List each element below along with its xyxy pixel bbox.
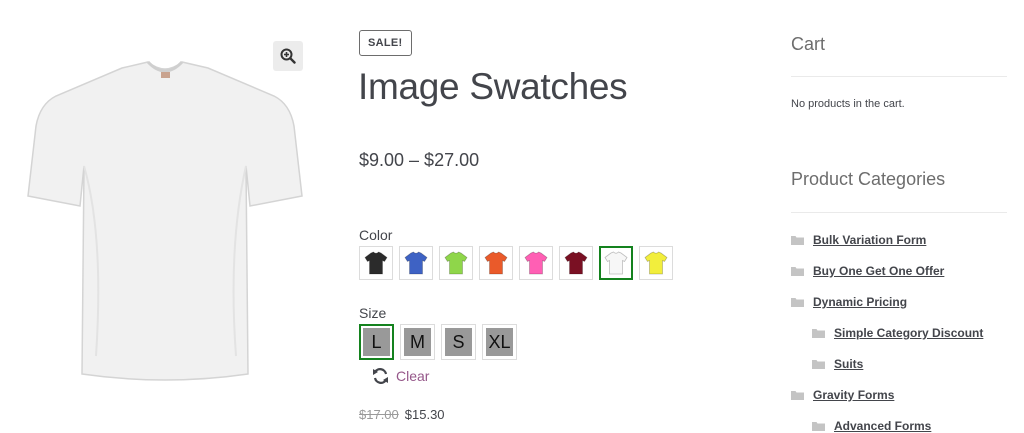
size-swatch-label: XL <box>486 328 513 356</box>
cart-widget-title: Cart <box>791 34 826 54</box>
size-swatch-s[interactable]: S <box>441 324 476 360</box>
category-item: Advanced Forms <box>812 419 931 433</box>
price-range: $9.00 – $27.00 <box>359 150 480 170</box>
folder-icon <box>812 422 825 431</box>
categories-widget-title: Product Categories <box>791 169 946 189</box>
category-item: Suits <box>812 357 863 371</box>
product-title: Image Swatches <box>358 66 628 107</box>
category-link[interactable]: Buy One Get One Offer <box>813 264 944 278</box>
size-swatch-xl[interactable]: XL <box>482 324 517 360</box>
size-swatch-label: M <box>404 328 431 356</box>
size-swatch-l[interactable]: L <box>359 324 394 360</box>
color-swatch-white[interactable] <box>599 246 633 280</box>
product-image-white-tshirt <box>27 60 303 381</box>
clear-selection-link[interactable]: Clear <box>372 368 429 384</box>
tshirt-icon <box>404 251 428 275</box>
tshirt-icon <box>604 251 628 275</box>
folder-icon <box>791 298 804 307</box>
sale-price: $15.30 <box>404 407 445 422</box>
folder-icon <box>812 329 825 338</box>
folder-icon <box>812 360 825 369</box>
folder-icon <box>791 267 804 276</box>
category-link[interactable]: Simple Category Discount <box>834 326 983 340</box>
refresh-icon <box>373 368 388 384</box>
size-swatch-list: L M S XL <box>359 324 517 360</box>
tshirt-icon <box>644 251 668 275</box>
color-swatch-list <box>359 246 673 280</box>
category-item: Dynamic Pricing <box>791 295 907 309</box>
category-item: Simple Category Discount <box>812 326 983 340</box>
color-swatch-lime[interactable] <box>439 246 473 280</box>
variation-price: $17.00 $15.30 <box>359 407 445 422</box>
divider <box>791 212 1007 213</box>
clear-label: Clear <box>396 368 430 384</box>
tshirt-icon <box>364 251 388 275</box>
cart-empty-message: No products in the cart. <box>791 98 905 110</box>
sale-badge: SALE! <box>359 30 412 56</box>
category-link[interactable]: Suits <box>834 357 863 371</box>
color-swatch-pink[interactable] <box>519 246 553 280</box>
category-link[interactable]: Dynamic Pricing <box>813 295 907 309</box>
category-item: Buy One Get One Offer <box>791 264 944 278</box>
tshirt-icon <box>444 251 468 275</box>
size-swatch-m[interactable]: M <box>400 324 435 360</box>
category-link[interactable]: Bulk Variation Form <box>813 233 926 247</box>
divider <box>791 76 1007 77</box>
color-swatch-orange[interactable] <box>479 246 513 280</box>
color-swatch-blue[interactable] <box>399 246 433 280</box>
category-item: Gravity Forms <box>791 388 894 402</box>
category-link[interactable]: Advanced Forms <box>834 419 931 433</box>
tshirt-icon <box>524 251 548 275</box>
color-swatch-maroon[interactable] <box>559 246 593 280</box>
folder-icon <box>791 391 804 400</box>
regular-price: $17.00 <box>359 407 399 422</box>
tshirt-icon <box>484 251 508 275</box>
color-label: Color <box>359 227 393 243</box>
size-swatch-label: S <box>445 328 472 356</box>
category-item: Bulk Variation Form <box>791 233 926 247</box>
size-label: Size <box>359 305 387 321</box>
color-swatch-yellow[interactable] <box>639 246 673 280</box>
tshirt-icon <box>564 251 588 275</box>
size-swatch-label: L <box>363 328 390 356</box>
folder-icon <box>791 236 804 245</box>
zoom-button[interactable] <box>273 41 303 71</box>
color-swatch-black[interactable] <box>359 246 393 280</box>
category-link[interactable]: Gravity Forms <box>813 388 894 402</box>
zoom-in-icon <box>280 48 296 64</box>
